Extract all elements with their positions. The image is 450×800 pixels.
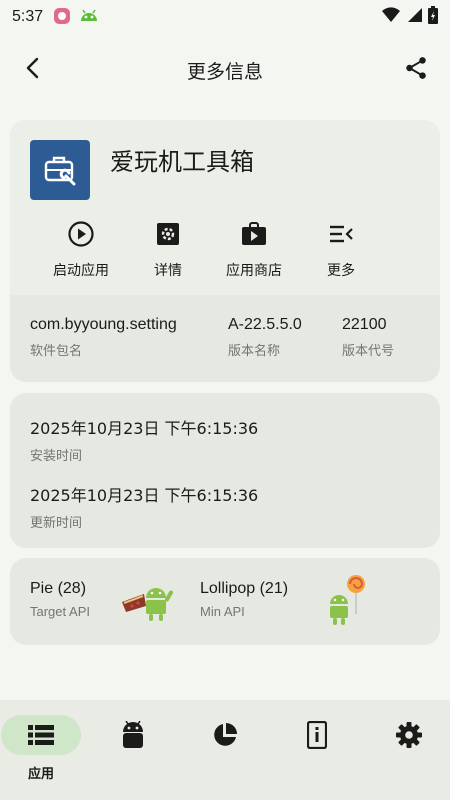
launch-app-label: 启动应用 xyxy=(53,263,109,279)
version-code-field: 22100 版本代号 xyxy=(342,316,394,359)
android-head-icon xyxy=(93,715,173,755)
app-header-section: 爱玩机工具箱 启动应用 详情 应用商店 更多 xyxy=(10,120,440,295)
package-name-field: com.byyoung.setting 软件包名 xyxy=(30,316,177,359)
menu-open-icon xyxy=(301,218,381,250)
version-code-label: 版本代号 xyxy=(342,344,395,359)
nav-item-apps[interactable]: 应用 xyxy=(1,715,81,785)
battery-charging-icon xyxy=(428,6,438,28)
update-time-value: 2025年10月23日 下午6:15:36 xyxy=(30,486,259,505)
version-code-value: 22100 xyxy=(342,316,387,333)
more-label: 更多 xyxy=(327,263,355,279)
target-api-label: Target API xyxy=(30,604,90,619)
pie-chart-icon xyxy=(185,715,265,755)
status-icons-right xyxy=(382,6,438,28)
back-button[interactable] xyxy=(14,50,54,90)
min-api-label: Min API xyxy=(200,604,245,619)
details-button[interactable]: 详情 xyxy=(128,218,208,280)
min-api-value: Lollipop (21) xyxy=(200,580,289,597)
android-bug-icon xyxy=(79,7,99,27)
launch-app-button[interactable]: 启动应用 xyxy=(41,218,121,280)
version-name-value: A-22.5.5.0 xyxy=(228,316,302,333)
nav-item-android[interactable] xyxy=(93,715,173,785)
share-icon xyxy=(403,55,429,85)
nav-item-device-info[interactable] xyxy=(277,715,357,785)
nav-item-apps-label: 应用 xyxy=(27,767,54,782)
notification-app-icon xyxy=(53,7,73,27)
api-info-card: Pie (28) Target API Lollipop (21) Min AP… xyxy=(10,558,440,645)
bottom-navigation: 应用 xyxy=(0,700,450,800)
app-store-button[interactable]: 应用商店 xyxy=(214,218,294,280)
info-device-icon xyxy=(277,715,357,755)
version-name-field: A-22.5.5.0 版本名称 xyxy=(228,316,302,359)
app-bar: 更多信息 xyxy=(0,34,450,106)
time-info-card: 2025年10月23日 下午6:15:36 安装时间 2025年10月23日 下… xyxy=(10,393,440,548)
status-time: 5:37 xyxy=(12,8,44,25)
share-button[interactable] xyxy=(396,50,436,90)
settings-gear-icon xyxy=(369,715,449,755)
version-name-label: 版本名称 xyxy=(228,344,281,359)
details-label: 详情 xyxy=(154,263,182,279)
install-time-label: 安装时间 xyxy=(30,449,83,464)
app-actions: 启动应用 详情 应用商店 更多 xyxy=(10,218,440,288)
target-api-value: Pie (28) xyxy=(30,580,87,597)
status-bar: 5:37 xyxy=(0,0,450,34)
nav-item-stats[interactable] xyxy=(185,715,265,785)
min-api-field: Lollipop (21) Min API xyxy=(200,580,288,619)
wifi-icon xyxy=(382,7,400,27)
settings-box-icon xyxy=(128,218,208,250)
shop-bag-icon xyxy=(214,218,294,250)
signal-icon xyxy=(406,7,422,27)
app-name: 爱玩机工具箱 xyxy=(110,148,254,176)
toolbox-icon xyxy=(30,140,90,200)
play-circle-icon xyxy=(41,218,121,250)
install-time-field: 2025年10月23日 下午6:15:36 安装时间 xyxy=(30,415,258,464)
android-lollipop-mascot xyxy=(326,574,366,630)
package-name-label: 软件包名 xyxy=(30,344,83,359)
android-pie-mascot xyxy=(122,576,174,626)
arrow-back-icon xyxy=(22,56,46,84)
update-time-field: 2025年10月23日 下午6:15:36 更新时间 xyxy=(30,482,258,531)
nav-item-settings[interactable] xyxy=(369,715,449,785)
app-summary-card: 爱玩机工具箱 启动应用 详情 应用商店 更多 com.byyoung.setti… xyxy=(10,120,440,382)
list-icon xyxy=(1,715,81,755)
target-api-field: Pie (28) Target API xyxy=(30,580,90,619)
install-time-value: 2025年10月23日 下午6:15:36 xyxy=(30,419,259,438)
more-button[interactable]: 更多 xyxy=(301,218,381,280)
package-name-value: com.byyoung.setting xyxy=(30,316,177,333)
app-store-label: 应用商店 xyxy=(226,263,282,279)
update-time-label: 更新时间 xyxy=(30,516,83,531)
page-title: 更多信息 xyxy=(186,60,263,83)
